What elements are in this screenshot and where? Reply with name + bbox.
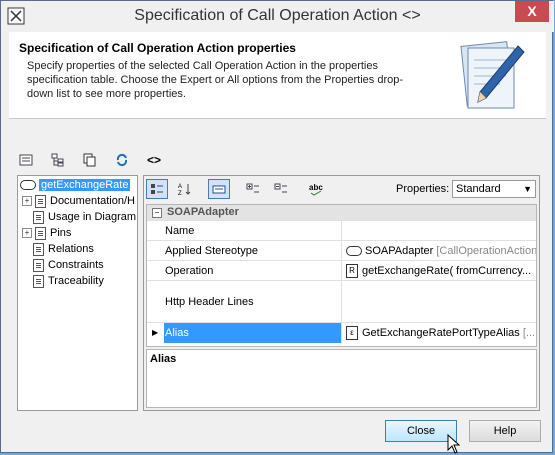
symbol-button[interactable]: <> bbox=[145, 152, 163, 168]
properties-toolbar: AZ abc bbox=[146, 178, 328, 200]
tree-item-label: Relations bbox=[48, 243, 94, 255]
property-value-text: SOAPAdapter bbox=[365, 245, 434, 257]
property-value-suffix: [... bbox=[522, 327, 536, 339]
properties-label: Properties: bbox=[396, 183, 450, 195]
table-row[interactable]: Name bbox=[147, 220, 536, 241]
close-window-button[interactable]: X bbox=[515, 1, 549, 22]
property-value-text: GetExchangeRatePortTypeAlias bbox=[362, 327, 520, 339]
alias-icon: ε bbox=[346, 326, 358, 341]
collapse-all-button[interactable] bbox=[270, 179, 292, 199]
header-panel: Specification of Call Operation Action p… bbox=[9, 32, 546, 119]
tree-item-label: getExchangeRate bbox=[39, 179, 131, 191]
tree-item-label: Usage in Diagram bbox=[48, 211, 137, 223]
spellcheck-icon: abc bbox=[309, 183, 323, 196]
tree-item-label: Constraints bbox=[48, 259, 104, 271]
expand-all-button[interactable] bbox=[242, 179, 264, 199]
copy-icon bbox=[83, 153, 96, 167]
svg-text:A: A bbox=[178, 184, 182, 190]
stereotype-icon bbox=[346, 246, 362, 257]
property-value-suffix: [CallOperationAction] bbox=[436, 245, 536, 257]
property-name: Applied Stereotype bbox=[164, 241, 342, 261]
pencil-paper-icon bbox=[460, 41, 525, 109]
navigation-tree: getExchangeRate + Documentation/H Usage i… bbox=[17, 175, 138, 411]
property-name: Alias bbox=[164, 323, 342, 343]
page-icon bbox=[33, 274, 44, 288]
description-icon bbox=[212, 185, 226, 194]
table-row[interactable]: Operation RgetExchangeRate( fromCurrency… bbox=[147, 260, 536, 281]
table-row[interactable]: Http Header Lines bbox=[147, 280, 536, 323]
header-title: Specification of Call Operation Action p… bbox=[19, 41, 296, 55]
property-value[interactable]: ε GetExchangeRatePortTypeAlias [... bbox=[343, 323, 536, 343]
window-title: Specification of Call Operation Action <… bbox=[134, 7, 421, 24]
tree-item-label: Traceability bbox=[48, 275, 104, 287]
svg-text:abc: abc bbox=[309, 183, 323, 192]
tree-item-usage[interactable]: Usage in Diagram bbox=[33, 209, 136, 225]
main-toolbar: <> bbox=[17, 151, 163, 169]
tree-item-label: Pins bbox=[50, 227, 72, 239]
svg-text:Z: Z bbox=[178, 191, 182, 196]
list-icon bbox=[19, 154, 33, 166]
tree-item-label: Documentation/H bbox=[50, 195, 135, 207]
page-icon bbox=[35, 194, 46, 208]
help-button[interactable]: Help bbox=[469, 420, 541, 442]
refresh-button[interactable] bbox=[113, 152, 131, 168]
page-icon bbox=[33, 258, 44, 272]
header-description: Specify properties of the selected Call … bbox=[27, 60, 404, 100]
table-row[interactable]: Applied Stereotype SOAPAdapter [CallOper… bbox=[147, 240, 536, 261]
categorized-button[interactable] bbox=[146, 179, 168, 199]
dialog-window: Specification of Call Operation Action <… bbox=[0, 0, 554, 454]
properties-dropdown[interactable]: Standard ▼ bbox=[452, 180, 536, 198]
spellcheck-button[interactable]: abc bbox=[306, 179, 328, 199]
collapse-all-icon bbox=[274, 183, 287, 193]
page-icon bbox=[35, 226, 46, 240]
page-icon bbox=[33, 210, 44, 224]
expand-icon[interactable]: + bbox=[22, 228, 32, 239]
property-group-label: SOAPAdapter bbox=[167, 206, 239, 218]
description-toggle-button[interactable] bbox=[208, 179, 230, 199]
expand-icon[interactable]: + bbox=[22, 196, 32, 207]
tree-item-root[interactable]: getExchangeRate bbox=[20, 177, 131, 193]
title-bar: Specification of Call Operation Action <… bbox=[1, 1, 554, 32]
categorized-icon bbox=[151, 184, 163, 194]
expand-all-icon bbox=[246, 183, 259, 193]
property-group-header[interactable]: − SOAPAdapter bbox=[147, 205, 536, 220]
list-view-button[interactable] bbox=[17, 152, 35, 168]
description-title: Alias bbox=[150, 353, 177, 365]
properties-table: − SOAPAdapter Name Applied Stereotype SO… bbox=[146, 204, 537, 347]
sort-button[interactable]: AZ bbox=[174, 179, 196, 199]
properties-dropdown-value: Standard bbox=[456, 183, 501, 195]
tree-item-relations[interactable]: Relations bbox=[33, 241, 94, 257]
tree-item-pins[interactable]: + Pins bbox=[22, 225, 71, 241]
property-value[interactable]: RgetExchangeRate( fromCurrency... bbox=[343, 261, 536, 281]
mouse-pointer-icon bbox=[447, 434, 461, 454]
tree-item-constraints[interactable]: Constraints bbox=[33, 257, 104, 273]
property-value[interactable] bbox=[343, 221, 536, 241]
property-name: Name bbox=[164, 221, 342, 241]
tree-view-button[interactable] bbox=[49, 152, 67, 168]
description-area[interactable]: Alias bbox=[146, 349, 537, 408]
copy-button[interactable] bbox=[81, 152, 99, 168]
chevron-down-icon: ▼ bbox=[523, 184, 532, 194]
property-value-text: getExchangeRate( fromCurrency... bbox=[362, 265, 532, 277]
properties-panel: AZ abc Properties: Standard ▼ − SOAPAdap… bbox=[143, 175, 540, 411]
tree-icon bbox=[51, 153, 64, 167]
page-icon bbox=[33, 242, 44, 256]
refresh-icon bbox=[116, 153, 128, 167]
close-icon: X bbox=[527, 3, 537, 19]
property-value[interactable]: SOAPAdapter [CallOperationAction] bbox=[343, 241, 536, 261]
operation-icon: R bbox=[346, 264, 358, 279]
call-action-icon bbox=[20, 180, 36, 191]
tree-item-documentation[interactable]: + Documentation/H bbox=[22, 193, 135, 209]
property-value[interactable] bbox=[343, 281, 536, 323]
collapse-icon[interactable]: − bbox=[152, 208, 162, 218]
sort-az-icon: AZ bbox=[178, 184, 191, 196]
tree-item-traceability[interactable]: Traceability bbox=[33, 273, 104, 289]
property-name: Operation bbox=[164, 261, 342, 281]
table-row-selected[interactable]: ▶ Alias ε GetExchangeRatePortTypeAlias [.… bbox=[147, 322, 536, 343]
property-name: Http Header Lines bbox=[164, 281, 342, 323]
current-row-marker-icon: ▶ bbox=[152, 328, 159, 337]
